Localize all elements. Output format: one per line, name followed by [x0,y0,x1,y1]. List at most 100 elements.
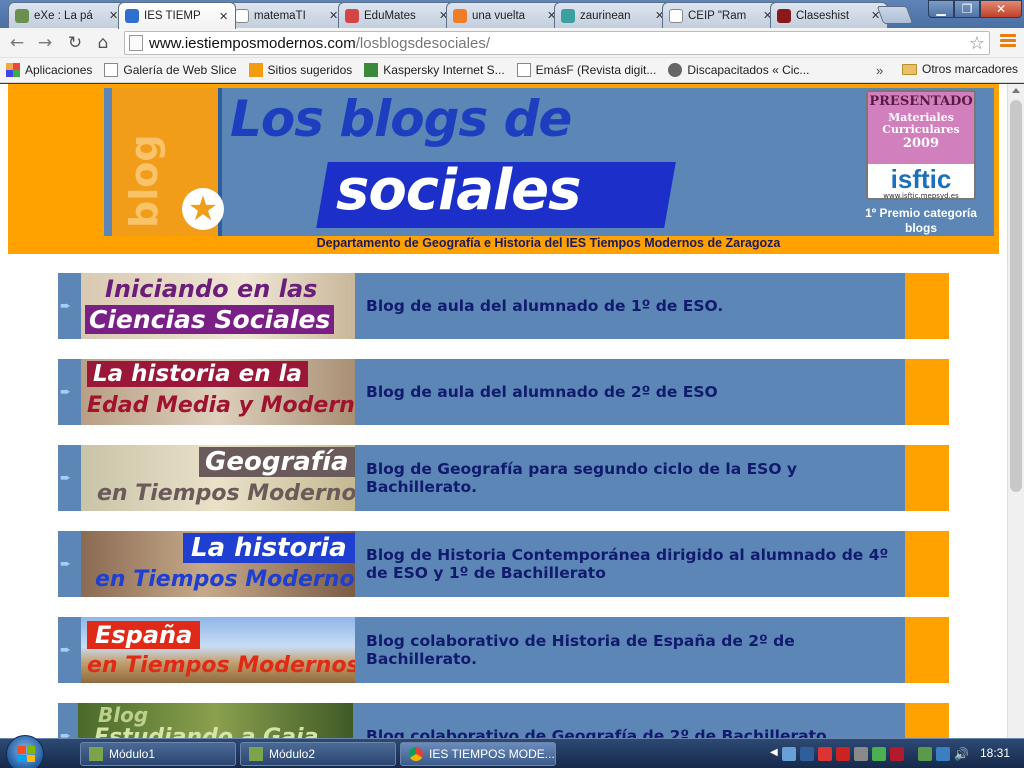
tab-label: IES TIEMP [144,10,201,22]
tray-app-icon[interactable] [854,747,868,761]
page-icon [104,63,119,77]
page-icon [669,8,683,23]
maximize-button[interactable]: ❐ [954,0,980,18]
vertical-scrollbar[interactable] [1007,84,1024,738]
browser-tab[interactable]: una vuelta ✕ [446,2,564,28]
taskbar-item-modulo1[interactable]: Módulo1 [80,742,236,766]
taskbar-item-modulo2[interactable]: Módulo2 [240,742,396,766]
browser-tab[interactable]: Claseshist ✕ [770,2,888,28]
tray-monitor-icon[interactable] [936,747,950,761]
tray-app-icon[interactable] [800,747,814,761]
other-bookmarks-folder[interactable]: Otros marcadores [902,62,1018,76]
exe-icon [249,747,263,761]
thumb-line1: Blog [98,703,149,727]
blog-description[interactable]: Blog de Geografía para segundo ciclo de … [366,445,906,511]
chrome-icon [409,747,423,761]
minimize-button[interactable]: ▁ [928,0,954,18]
bookmark-star-icon[interactable]: ☆ [969,33,985,54]
blog-side-word: blog [122,134,166,228]
award-presentado: PRESENTADO [869,94,973,109]
forward-arrow-icon[interactable]: → [34,32,56,54]
blog-description[interactable]: Blog de aula del alumnado de 1º de ESO. [366,273,906,339]
start-button[interactable] [6,735,44,768]
blog-row[interactable]: ➨ Geografía en Tiempos Modernos Blog de … [58,445,949,511]
row-endcap [905,703,949,738]
tab-label: matemaTI [254,9,306,22]
blog-row[interactable]: ➨ Blog Estudiando a Gaia Blog colaborati… [58,703,949,738]
suggested-sites-icon [248,63,263,77]
tab-close-icon[interactable]: ✕ [219,10,229,23]
browser-tab[interactable]: eXe : La pá ✕ [8,2,126,28]
url-host: www.iestiemposmodernos.com [149,34,356,52]
reload-icon[interactable]: ↻ [64,32,86,54]
bookmark-item[interactable]: Sitios sugeridos [248,63,352,77]
page-icon [516,63,531,77]
blog-thumbnail[interactable]: Geografía en Tiempos Modernos [81,445,355,511]
blog-description[interactable]: Blog colaborativo de Historia de España … [366,617,906,683]
thumb-line1: España [87,621,201,649]
taskbar-clock[interactable]: 18:31 [980,746,1010,760]
browser-tab[interactable]: CEIP "Ram ✕ [662,2,780,28]
row-endcap [905,617,949,683]
tray-app-icon[interactable] [818,747,832,761]
row-endcap [905,359,949,425]
taskbar-item-chrome[interactable]: IES TIEMPOS MODE... [400,742,556,766]
blog-description[interactable]: Blog de aula del alumnado de 2º de ESO [366,359,906,425]
blog-row[interactable]: ➨ La historia en la Edad Media y Moderna… [58,359,949,425]
menu-icon[interactable] [1000,34,1016,50]
tray-expand-icon[interactable]: ◀ [770,747,778,761]
tray-app-icon[interactable] [836,747,850,761]
award-caption: 1º Premio categoría blogs [865,206,977,235]
address-bar[interactable]: www.iestiemposmodernos.com/losblogsdesoc… [124,31,990,55]
other-bookmarks-label: Otros marcadores [922,62,1019,76]
award-badge[interactable]: PRESENTADO Materiales Curriculares 2009 … [866,90,976,200]
bookmark-item[interactable]: Kaspersky Internet S... [364,63,505,77]
tray-app-icon[interactable] [890,747,904,761]
home-icon[interactable]: ⌂ [92,32,114,54]
tab-label: zaurinean [580,9,631,22]
scroll-up-arrow-icon[interactable] [1012,88,1020,93]
blog-row[interactable]: ➨ La historia en Tiempos Modernos Blog d… [58,531,949,597]
blog-thumbnail[interactable]: España en Tiempos Modernos [81,617,355,683]
tray-app-icon[interactable] [782,747,796,761]
windows-taskbar: Módulo1 Módulo2 IES TIEMPOS MODE... ◀ 🔊 … [0,735,1024,768]
bookmarks-overflow-chevron-icon[interactable]: » [876,63,883,78]
pinwheel-icon [345,8,359,23]
award-top-panel: PRESENTADO Materiales Curriculares 2009 [868,92,974,164]
taskbar-item-label: IES TIEMPOS MODE... [429,747,555,761]
tray-network-icon[interactable] [872,747,886,761]
browser-tab[interactable]: matemaTI ✕ [228,2,346,28]
bookmark-item[interactable]: Discapacitados « Cic... [668,63,809,77]
blog-thumbnail[interactable]: Iniciando en las Ciencias Sociales [81,273,355,339]
arrow-right-icon: ➨ [60,557,71,572]
blog-row[interactable]: ➨ Iniciando en las Ciencias Sociales Blo… [58,273,949,339]
blog-thumbnail[interactable]: La historia en Tiempos Modernos [81,531,355,597]
blog-thumbnail[interactable]: La historia en la Edad Media y Moderna [81,359,355,425]
site-icon [777,8,791,23]
bookmark-item[interactable]: Aplicaciones [6,63,92,77]
blog-thumbnail[interactable]: Blog Estudiando a Gaia [78,703,353,738]
speaker-icon[interactable]: 🔊 [954,747,969,761]
bookmark-item[interactable]: Galería de Web Slice [104,63,237,77]
thumb-line2: en Tiempos Modernos [95,567,355,592]
browser-tab[interactable]: EduMates ✕ [338,2,456,28]
tray-app-icon[interactable] [918,747,932,761]
blog-description[interactable]: Blog colaborativo de Geografía de 2º de … [366,703,906,738]
bookmark-item[interactable]: EmásF (Revista digit... [516,63,656,77]
browser-tab[interactable]: zaurinean ✕ [554,2,672,28]
kaspersky-icon [364,63,379,77]
close-window-button[interactable]: ✕ [980,0,1022,18]
blog-row[interactable]: ➨ España en Tiempos Modernos Blog colabo… [58,617,949,683]
pinwheel-icon [561,8,575,23]
browser-titlebar: eXe : La pá ✕ IES TIEMP ✕ matemaTI ✕ EduMates ✕… [0,0,1024,29]
blog-description[interactable]: Blog de Historia Contemporánea dirigido … [366,531,906,597]
exe-icon [89,747,103,761]
new-tab-button[interactable] [876,6,914,24]
thumb-line2: en Tiempos Modernos [87,653,355,678]
back-arrow-icon[interactable]: ← [6,32,28,54]
scrollbar-thumb[interactable] [1010,100,1022,492]
browser-tab[interactable]: IES TIEMP ✕ [118,2,236,29]
taskbar-item-label: Módulo2 [269,747,316,761]
loading-icon [125,9,139,23]
star-icon: ★ [182,188,224,230]
